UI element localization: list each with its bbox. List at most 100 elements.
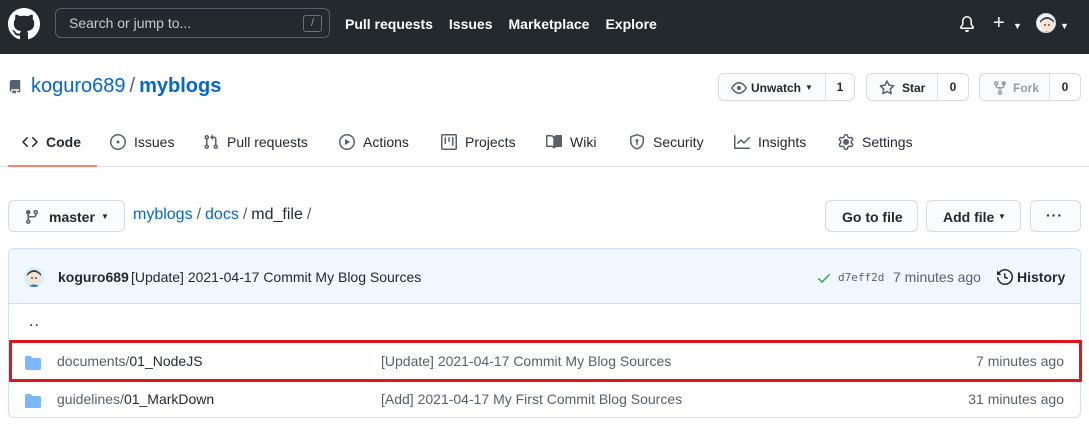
- commit-sha-link[interactable]: d7eff2d: [838, 271, 884, 284]
- star-icon: [879, 80, 895, 95]
- star-count[interactable]: 0: [937, 74, 968, 100]
- gear-icon: [838, 134, 854, 150]
- breadcrumb-root-link[interactable]: myblogs: [133, 206, 193, 223]
- user-avatar[interactable]: [1036, 13, 1056, 33]
- folder-icon: [25, 356, 41, 370]
- nav-issues[interactable]: Issues: [449, 16, 493, 32]
- add-file-label: Add file: [943, 209, 995, 225]
- file-browser: koguro689 [Update] 2021-04-17 Commit My …: [8, 248, 1081, 418]
- avatar-face-icon: [24, 267, 44, 287]
- project-icon: [441, 134, 457, 150]
- file-name-dir: documents/: [57, 353, 130, 369]
- avatar-caret-icon[interactable]: ▼: [1060, 21, 1069, 31]
- file-age: 7 minutes ago: [976, 353, 1064, 369]
- branch-caret-icon: ▼: [101, 212, 109, 221]
- more-options-button[interactable]: ···: [1030, 200, 1081, 232]
- repo-tabs: Code Issues Pull requests Actions Projec…: [0, 118, 1089, 167]
- tab-wiki-label: Wiki: [570, 134, 597, 150]
- branch-select-button[interactable]: master ▼: [8, 200, 125, 232]
- search-input[interactable]: Search or jump to... /: [55, 8, 330, 38]
- breadcrumb-current: md_file: [251, 206, 303, 223]
- commit-author-link[interactable]: koguro689: [58, 269, 129, 285]
- file-name-link[interactable]: guidelines/01_MarkDown: [57, 391, 214, 407]
- tab-code[interactable]: Code: [8, 118, 97, 167]
- watch-label: Unwatch: [751, 81, 802, 95]
- tab-projects-label: Projects: [465, 134, 516, 150]
- file-row[interactable]: guidelines/01_MarkDown [Add] 2021-04-17 …: [9, 380, 1080, 417]
- fork-label: Fork: [1013, 81, 1040, 95]
- shield-icon: [630, 134, 644, 150]
- breadcrumb: myblogs / docs / md_file /: [133, 206, 315, 224]
- tab-projects[interactable]: Projects: [441, 118, 516, 166]
- watch-count[interactable]: 1: [825, 74, 854, 100]
- code-icon: [22, 136, 38, 148]
- add-file-button[interactable]: Add file ▼: [926, 200, 1021, 232]
- tab-settings[interactable]: Settings: [838, 118, 913, 166]
- folder-icon: [25, 394, 41, 408]
- tab-issues[interactable]: Issues: [110, 118, 174, 166]
- create-new-icon[interactable]: +: [993, 13, 1005, 33]
- tab-pull-requests[interactable]: Pull requests: [203, 118, 308, 166]
- history-label: History: [1017, 269, 1066, 285]
- tab-wiki[interactable]: Wiki: [546, 118, 596, 166]
- parent-directory-link[interactable]: ..: [29, 313, 40, 331]
- issue-icon: [110, 134, 126, 150]
- search-placeholder: Search or jump to...: [69, 15, 192, 31]
- repo-title-separator: /: [129, 75, 136, 97]
- play-icon: [339, 134, 355, 150]
- tab-actions-label: Actions: [363, 134, 409, 150]
- tab-security-label: Security: [653, 134, 704, 150]
- file-name-leaf: 01_MarkDown: [123, 391, 215, 407]
- commit-author-avatar[interactable]: [24, 267, 44, 287]
- fork-count[interactable]: 0: [1049, 74, 1080, 100]
- file-commit-message-link[interactable]: [Add] 2021-04-17 My First Commit Blog So…: [381, 391, 682, 407]
- graph-icon: [734, 135, 750, 149]
- latest-commit-bar: koguro689 [Update] 2021-04-17 Commit My …: [9, 249, 1080, 304]
- global-header: Search or jump to... / Pull requests Iss…: [0, 0, 1089, 54]
- avatar-face-icon: [1037, 14, 1055, 32]
- branch-label: master: [49, 209, 95, 225]
- search-shortcut-key: /: [303, 15, 322, 32]
- file-age: 31 minutes ago: [968, 391, 1064, 407]
- go-to-file-label: Go to file: [842, 209, 903, 225]
- commit-time: 7 minutes ago: [893, 269, 981, 285]
- header-actions: + ▼ ▼: [959, 0, 1089, 54]
- create-caret-icon[interactable]: ▼: [1013, 21, 1022, 31]
- bell-icon[interactable]: [959, 16, 975, 32]
- file-name-link[interactable]: documents/01_NodeJS: [57, 353, 203, 369]
- file-commit-message-link[interactable]: [Update] 2021-04-17 Commit My Blog Sourc…: [381, 353, 671, 369]
- fork-icon: [994, 81, 1006, 96]
- nav-pull-requests[interactable]: Pull requests: [345, 16, 433, 32]
- add-file-caret-icon: ▼: [998, 212, 1006, 221]
- watch-caret-icon: ▼: [805, 83, 813, 92]
- check-icon[interactable]: [816, 270, 832, 286]
- commit-message-link[interactable]: [Update] 2021-04-17 Commit My Blog Sourc…: [131, 269, 421, 285]
- eye-icon: [731, 82, 747, 94]
- file-name-dir: guidelines/: [57, 391, 124, 407]
- nav-explore[interactable]: Explore: [605, 16, 656, 32]
- star-button[interactable]: Star 0: [866, 73, 969, 101]
- tab-pull-requests-label: Pull requests: [227, 134, 308, 150]
- global-nav: Pull requests Issues Marketplace Explore: [345, 16, 657, 32]
- tab-security[interactable]: Security: [629, 118, 704, 166]
- repo-owner-link[interactable]: koguro689: [31, 75, 126, 97]
- tab-settings-label: Settings: [862, 134, 913, 150]
- repo-name-link[interactable]: myblogs: [139, 75, 221, 97]
- tab-code-label: Code: [46, 134, 81, 150]
- parent-directory-row[interactable]: ..: [9, 305, 1080, 341]
- file-name-leaf: 01_NodeJS: [129, 353, 203, 369]
- history-link[interactable]: History: [997, 269, 1065, 285]
- tab-insights[interactable]: Insights: [734, 118, 806, 166]
- file-row[interactable]: documents/01_NodeJS [Update] 2021-04-17 …: [9, 342, 1080, 380]
- go-to-file-button[interactable]: Go to file: [825, 200, 918, 232]
- history-icon: [997, 269, 1013, 285]
- star-label: Star: [902, 81, 926, 95]
- github-logo-icon[interactable]: [8, 8, 40, 40]
- repo-title: koguro689/myblogs: [31, 75, 221, 98]
- breadcrumb-docs-link[interactable]: docs: [205, 206, 239, 223]
- tab-actions[interactable]: Actions: [339, 118, 409, 166]
- watch-button[interactable]: Unwatch ▼ 1: [718, 73, 855, 101]
- nav-marketplace[interactable]: Marketplace: [509, 16, 590, 32]
- fork-button[interactable]: Fork 0: [979, 73, 1081, 101]
- breadcrumb-separator: /: [242, 206, 248, 223]
